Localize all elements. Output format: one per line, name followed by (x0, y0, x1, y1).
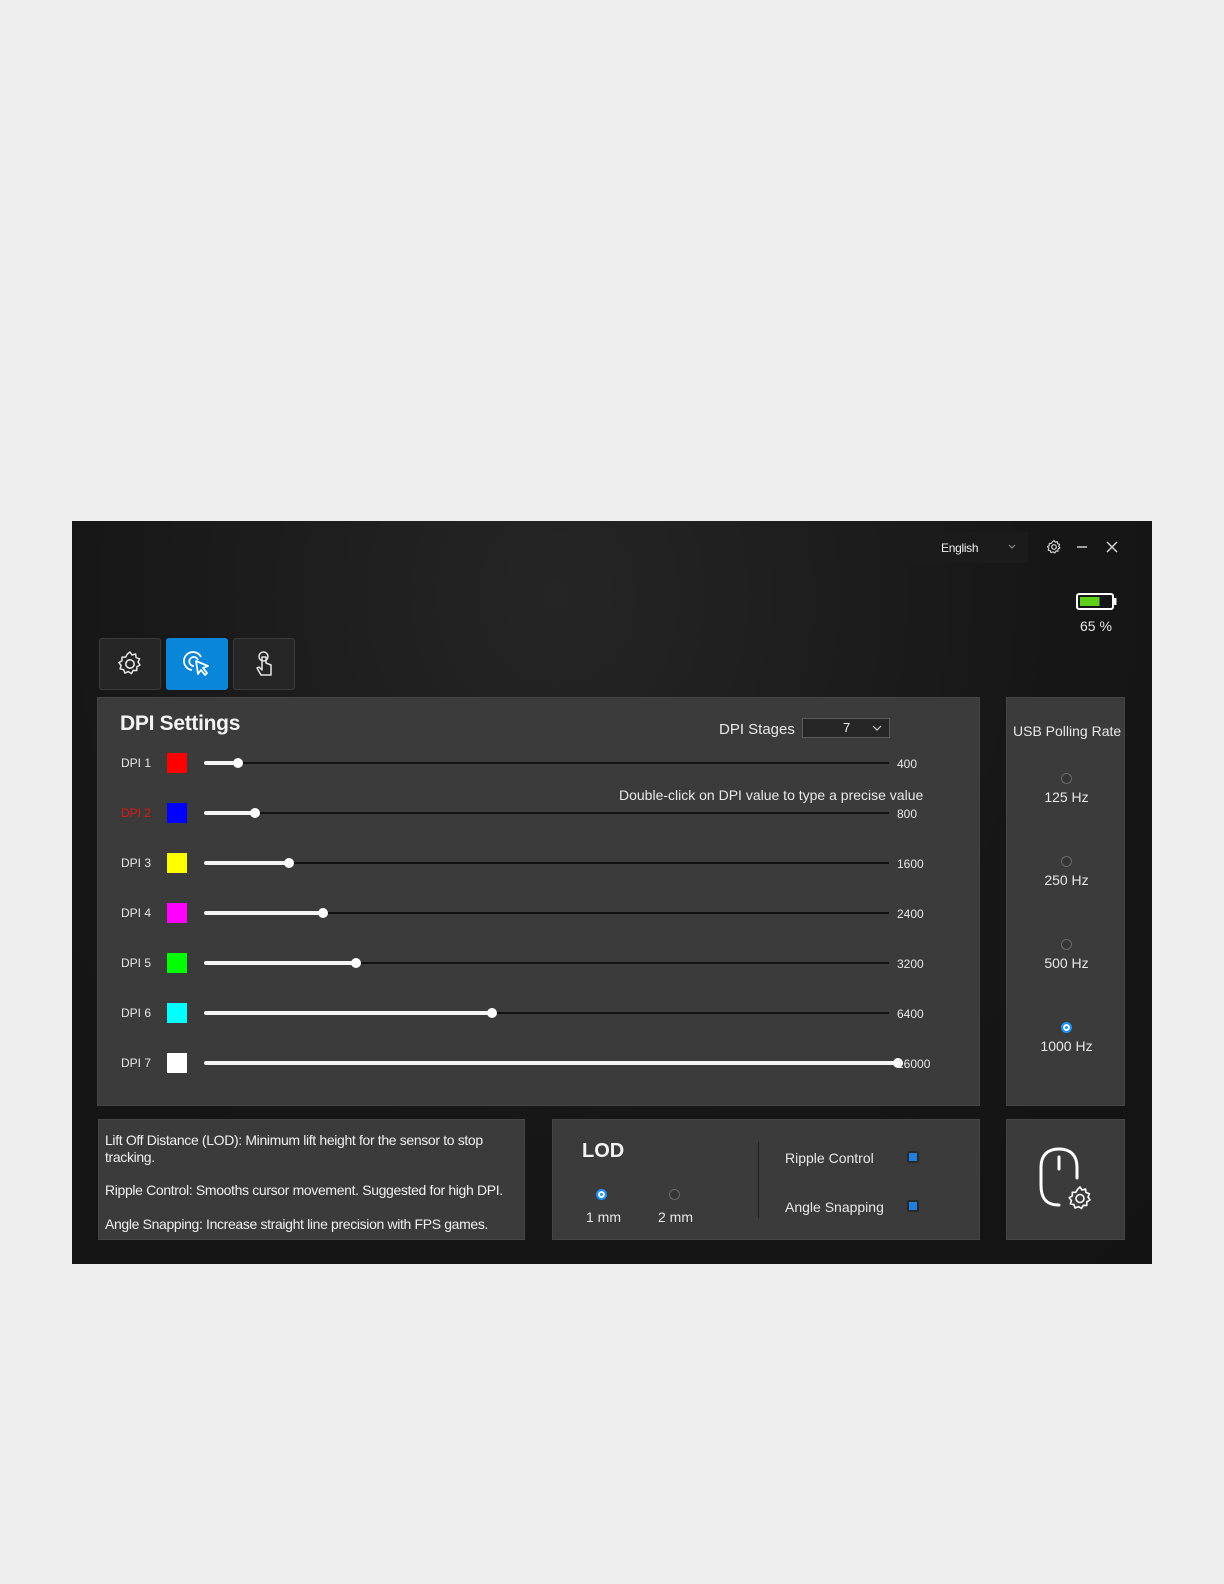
polling-option-250[interactable]: 250 Hz (1007, 856, 1126, 906)
dpi-row-5: DPI 5 3200 (98, 951, 978, 975)
dpi-value[interactable]: 800 (897, 807, 917, 821)
dpi-stages-dropdown[interactable]: 7 (802, 718, 890, 738)
dpi-slider-thumb[interactable] (487, 1008, 497, 1018)
polling-radio[interactable] (1061, 773, 1072, 784)
mouse-settings-icon[interactable] (1037, 1145, 1099, 1215)
dpi-slider[interactable] (204, 1008, 889, 1018)
dpi-value[interactable]: 1600 (897, 857, 924, 871)
dpi-color-swatch[interactable] (167, 953, 187, 973)
close-icon[interactable] (1104, 539, 1120, 555)
app-window: English 65 % DPI Settings DPI Stages 7 D… (72, 521, 1152, 1264)
dpi-color-swatch[interactable] (167, 903, 187, 923)
dpi-slider-thumb[interactable] (318, 908, 328, 918)
polling-radio[interactable] (1061, 939, 1072, 950)
angle-snapping-toggle[interactable] (907, 1200, 919, 1212)
lod-panel: LOD 1 mm 2 mm Ripple Control Angle Snapp… (552, 1119, 980, 1240)
polling-label: 250 Hz (1044, 872, 1089, 888)
ripple-control-toggle[interactable] (907, 1151, 919, 1163)
ripple-description: Ripple Control: Smooths cursor movement.… (105, 1182, 503, 1198)
dpi-slider-thumb[interactable] (233, 758, 243, 768)
dpi-row-6: DPI 6 6400 (98, 1001, 978, 1025)
dpi-slider-thumb[interactable] (351, 958, 361, 968)
tab-general-settings[interactable] (99, 638, 161, 690)
polling-radio[interactable] (1061, 856, 1072, 867)
ripple-control-label: Ripple Control (785, 1150, 874, 1166)
dpi-color-swatch[interactable] (167, 803, 187, 823)
dpi-stage-label[interactable]: DPI 3 (121, 856, 151, 870)
dpi-value[interactable]: 400 (897, 757, 917, 771)
gear-icon (118, 651, 141, 675)
polling-radio[interactable] (1061, 1022, 1072, 1033)
mouse-settings-panel[interactable] (1006, 1119, 1125, 1240)
dpi-stage-label[interactable]: DPI 1 (121, 756, 151, 770)
polling-option-500[interactable]: 500 Hz (1007, 939, 1126, 989)
dpi-value[interactable]: 2400 (897, 907, 924, 921)
polling-label: 125 Hz (1044, 789, 1089, 805)
usb-polling-rate-panel: USB Polling Rate 125 Hz 250 Hz 500 Hz 10… (1006, 697, 1125, 1106)
lod-radio-2mm[interactable] (669, 1189, 680, 1200)
dpi-row-1: DPI 1 400 (98, 751, 978, 775)
lod-description: Lift Off Distance (LOD): Minimum lift he… (105, 1132, 483, 1165)
dpi-value[interactable]: 6400 (897, 1007, 924, 1021)
dpi-stage-label[interactable]: DPI 6 (121, 1006, 151, 1020)
dpi-color-swatch[interactable] (167, 1003, 187, 1023)
chevron-down-icon (1008, 544, 1016, 549)
dpi-slider[interactable] (204, 858, 889, 868)
angle-description: Angle Snapping: Increase straight line p… (105, 1216, 489, 1232)
dpi-stage-label[interactable]: DPI 4 (121, 906, 151, 920)
dpi-stages-label: DPI Stages (719, 721, 795, 738)
dpi-color-swatch[interactable] (167, 853, 187, 873)
dpi-stages-value: 7 (843, 720, 851, 735)
chevron-down-icon (872, 725, 882, 731)
lod-option-label: 2 mm (658, 1209, 693, 1225)
dpi-value[interactable]: 3200 (897, 957, 924, 971)
dpi-stage-label[interactable]: DPI 5 (121, 956, 151, 970)
tab-dpi-performance[interactable] (166, 638, 228, 690)
polling-label: 1000 Hz (1040, 1038, 1093, 1054)
dpi-color-swatch[interactable] (167, 1053, 187, 1073)
polling-option-125[interactable]: 125 Hz (1007, 773, 1126, 823)
dpi-stage-label[interactable]: DPI 7 (121, 1056, 151, 1070)
dpi-slider[interactable] (204, 958, 889, 968)
polling-option-1000[interactable]: 1000 Hz (1007, 1022, 1126, 1072)
dpi-slider[interactable] (204, 1058, 903, 1068)
dpi-value[interactable]: 16000 (897, 1057, 930, 1071)
lod-radio-1mm[interactable] (596, 1189, 607, 1200)
dpi-stage-label[interactable]: DPI 2 (121, 806, 151, 820)
dpi-row-7: DPI 7 16000 (98, 1051, 978, 1075)
dpi-row-3: DPI 3 1600 (98, 851, 978, 875)
dpi-settings-title: DPI Settings (120, 712, 241, 735)
battery-percent: 65 % (1080, 618, 1112, 634)
polling-rate-title: USB Polling Rate (1013, 723, 1122, 739)
dpi-settings-panel: DPI Settings DPI Stages 7 Double-click o… (97, 697, 980, 1106)
lod-option-label: 1 mm (586, 1209, 621, 1225)
language-value: English (941, 541, 979, 555)
lod-title: LOD (582, 1140, 625, 1162)
dpi-row-2: DPI 2 800 (98, 801, 978, 825)
angle-snapping-label: Angle Snapping (785, 1199, 884, 1215)
minimize-icon[interactable] (1074, 539, 1090, 555)
touch-hand-icon (256, 651, 272, 676)
mouse-pointer-click-icon (183, 651, 209, 676)
dpi-slider-thumb[interactable] (250, 808, 260, 818)
dpi-row-4: DPI 4 2400 (98, 901, 978, 925)
language-dropdown[interactable]: English (910, 532, 1028, 563)
tab-button-assignment[interactable] (233, 638, 295, 690)
info-description-panel: Lift Off Distance (LOD): Minimum lift he… (98, 1119, 525, 1240)
divider (758, 1142, 759, 1218)
dpi-slider[interactable] (204, 908, 889, 918)
settings-gear-icon[interactable] (1046, 539, 1062, 555)
dpi-color-swatch[interactable] (167, 753, 187, 773)
dpi-slider[interactable] (204, 808, 889, 818)
polling-label: 500 Hz (1044, 955, 1089, 971)
dpi-slider-thumb[interactable] (284, 858, 294, 868)
dpi-slider[interactable] (204, 758, 889, 768)
battery-icon (1076, 593, 1117, 610)
